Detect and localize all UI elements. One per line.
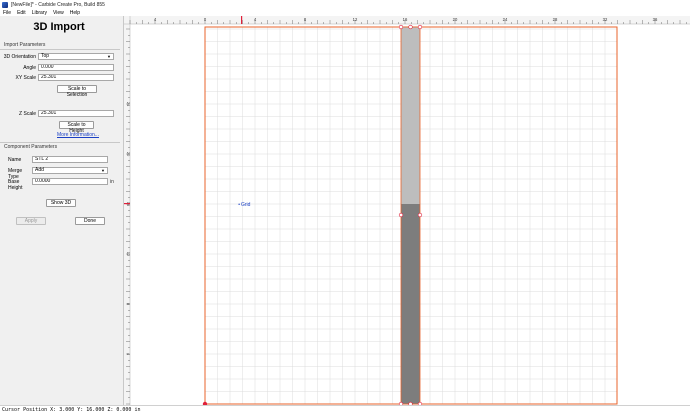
left-ruler-label: 24 bbox=[126, 102, 131, 107]
left-ruler-label: 16 bbox=[126, 202, 131, 207]
window-title: [NewFile]* - Carbide Create Pro, Build 8… bbox=[11, 1, 105, 8]
left-ruler[interactable] bbox=[124, 16, 130, 405]
title-bar: [NewFile]* - Carbide Create Pro, Build 8… bbox=[0, 0, 690, 9]
menu-library[interactable]: Library bbox=[32, 10, 47, 16]
grid-label[interactable]: Grid bbox=[241, 202, 251, 208]
model-lower-region[interactable] bbox=[401, 204, 420, 404]
divider bbox=[0, 142, 120, 143]
panel-title: 3D Import bbox=[33, 21, 85, 33]
cursor-y-marker bbox=[124, 203, 130, 205]
component-parameters-heading: Component Parameters bbox=[4, 144, 58, 150]
grid-marker-icon: • bbox=[238, 202, 240, 208]
apply-button[interactable]: Apply bbox=[16, 217, 46, 225]
handle[interactable] bbox=[417, 24, 423, 30]
left-ruler-label: 12 bbox=[126, 252, 131, 257]
orientation-label: 3D Orientation bbox=[3, 54, 36, 60]
design-canvas[interactable]: 404812162024283236 2420161284 Grid • bbox=[124, 16, 690, 407]
base-height-field[interactable]: 0.0000 bbox=[32, 178, 108, 185]
handle[interactable] bbox=[417, 212, 423, 218]
import-parameters-heading: Import Parameters bbox=[4, 42, 46, 48]
more-information-link[interactable]: More Information... bbox=[57, 132, 99, 138]
name-label: Name bbox=[8, 157, 22, 163]
xy-scale-label: XY Scale bbox=[15, 75, 36, 81]
menu-edit[interactable]: Edit bbox=[17, 10, 26, 16]
top-ruler-label: 16 bbox=[403, 17, 408, 22]
orientation-select[interactable]: Top ▼ bbox=[38, 53, 114, 60]
menu-help[interactable]: Help bbox=[70, 10, 80, 16]
z-scale-field[interactable]: 25.301 bbox=[38, 110, 114, 117]
divider bbox=[0, 49, 120, 50]
merge-type-select[interactable]: Add ▼ bbox=[32, 167, 108, 174]
import-panel: 3D Import Import Parameters 3D Orientati… bbox=[0, 16, 124, 405]
done-button[interactable]: Done bbox=[75, 217, 105, 225]
base-height-label: Base Height bbox=[8, 179, 23, 191]
menu-bar: File Edit Library View Help bbox=[0, 9, 690, 16]
show-3d-button[interactable]: Show 3D bbox=[46, 199, 76, 207]
name-field[interactable]: STL 2 bbox=[32, 156, 108, 163]
canvas-drawing[interactable]: 404812162024283236 2420161284 Grid • bbox=[124, 16, 690, 407]
left-ruler-label: 20 bbox=[126, 152, 131, 157]
orientation-value: Top bbox=[41, 53, 50, 59]
xy-scale-field[interactable]: 25.301 bbox=[38, 74, 114, 81]
top-ruler-label: 20 bbox=[453, 17, 458, 22]
scale-to-height-button[interactable]: Scale to Height bbox=[59, 121, 94, 134]
chevron-down-icon: ▼ bbox=[101, 168, 105, 173]
handle[interactable] bbox=[398, 212, 404, 218]
model-upper-region[interactable] bbox=[401, 27, 420, 204]
top-ruler-label: 32 bbox=[603, 17, 608, 22]
z-scale-label: Z Scale bbox=[19, 111, 36, 117]
handle[interactable] bbox=[408, 24, 413, 30]
scale-to-selection-button[interactable]: Scale to Selection bbox=[57, 85, 97, 98]
menu-view[interactable]: View bbox=[53, 10, 64, 16]
top-ruler-label: 28 bbox=[553, 17, 558, 22]
top-ruler-label: 24 bbox=[503, 17, 508, 22]
status-bar: Cursor Position X: 3.000 Y: 16.000 Z: 0.… bbox=[0, 405, 690, 414]
menu-file[interactable]: File bbox=[3, 10, 11, 16]
base-height-unit: in bbox=[110, 179, 114, 185]
angle-field[interactable]: 0.000 bbox=[38, 64, 114, 71]
chevron-down-icon: ▼ bbox=[107, 54, 111, 59]
app-icon bbox=[2, 1, 8, 8]
cursor-x-marker bbox=[241, 16, 243, 24]
top-ruler-label: 12 bbox=[353, 17, 358, 22]
handle[interactable] bbox=[398, 24, 404, 30]
angle-label: Angle bbox=[23, 65, 36, 71]
merge-type-value: Add bbox=[35, 167, 44, 173]
top-ruler-label: 36 bbox=[653, 17, 658, 22]
